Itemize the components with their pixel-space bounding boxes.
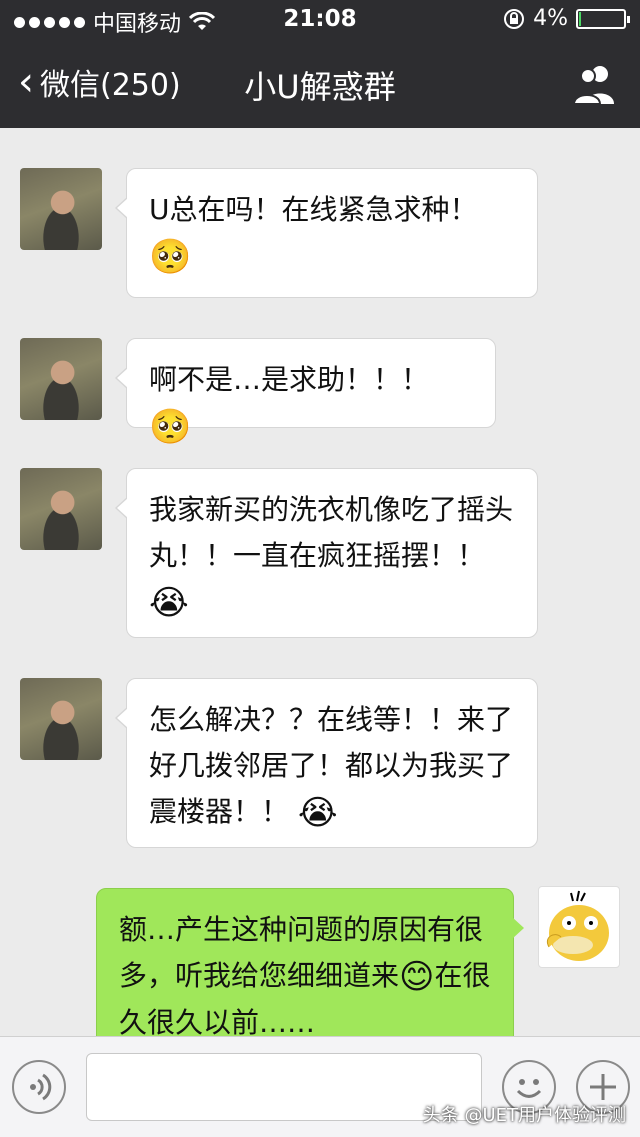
message-text: U总在吗！在线紧急求种！ [149,193,478,226]
battery-percent: 4% [533,6,568,31]
input-bar: 头条 @UET用户体验评测 [0,1036,640,1137]
pleading-face-icon: 🥺 [149,407,192,447]
rotation-lock-icon [504,8,525,29]
message-bubble[interactable]: 啊不是…是求助！！！ 🥺 [115,338,496,447]
message-bubble[interactable]: 我家新买的洗衣机像吃了摇头丸！！一直在疯狂摇摆！！ 😭 [115,468,538,638]
crying-face-icon: 😭 [297,793,338,833]
avatar[interactable] [20,678,102,760]
message-text: 我家新买的洗衣机像吃了摇头丸！！一直在疯狂摇摆！！ [149,493,514,572]
smiling-face-icon: 😊 [399,957,435,997]
duck-icon [547,890,609,961]
avatar-self[interactable] [538,886,620,968]
group-members-icon[interactable] [570,62,618,106]
voice-icon[interactable] [12,1060,66,1114]
chat-title: 小U解惑群 [244,68,396,106]
message-bubble[interactable]: 怎么解决？？在线等！！来了好几拨邻居了！都以为我买了震楼器！！ 😭 [115,678,538,848]
pleading-face-icon: 🥺 [149,237,192,277]
message-bubble[interactable]: U总在吗！在线紧急求种！ 🥺 [115,168,538,298]
battery-icon [576,8,630,29]
avatar[interactable] [20,338,102,420]
crying-face-icon: 😭 [149,583,189,623]
nav-bar: ‹ 微信(250) 小U解惑群 [0,40,640,128]
avatar[interactable] [20,468,102,550]
status-bar: 中国移动 21:08 4% [0,0,640,40]
message-bubble-self[interactable]: 额…产生这种问题的原因有很多，听我给您细细道来😊在很久很久以前…… [96,888,524,1036]
watermark: 头条 @UET用户体验评测 [422,1105,626,1126]
chat-area[interactable]: U总在吗！在线紧急求种！ 🥺 啊不是…是求助！！！ 🥺 我家新买的洗衣机像吃了摇… [0,128,640,1036]
message-text: 啊不是…是求助！！！ [149,363,430,396]
avatar[interactable] [20,168,102,250]
